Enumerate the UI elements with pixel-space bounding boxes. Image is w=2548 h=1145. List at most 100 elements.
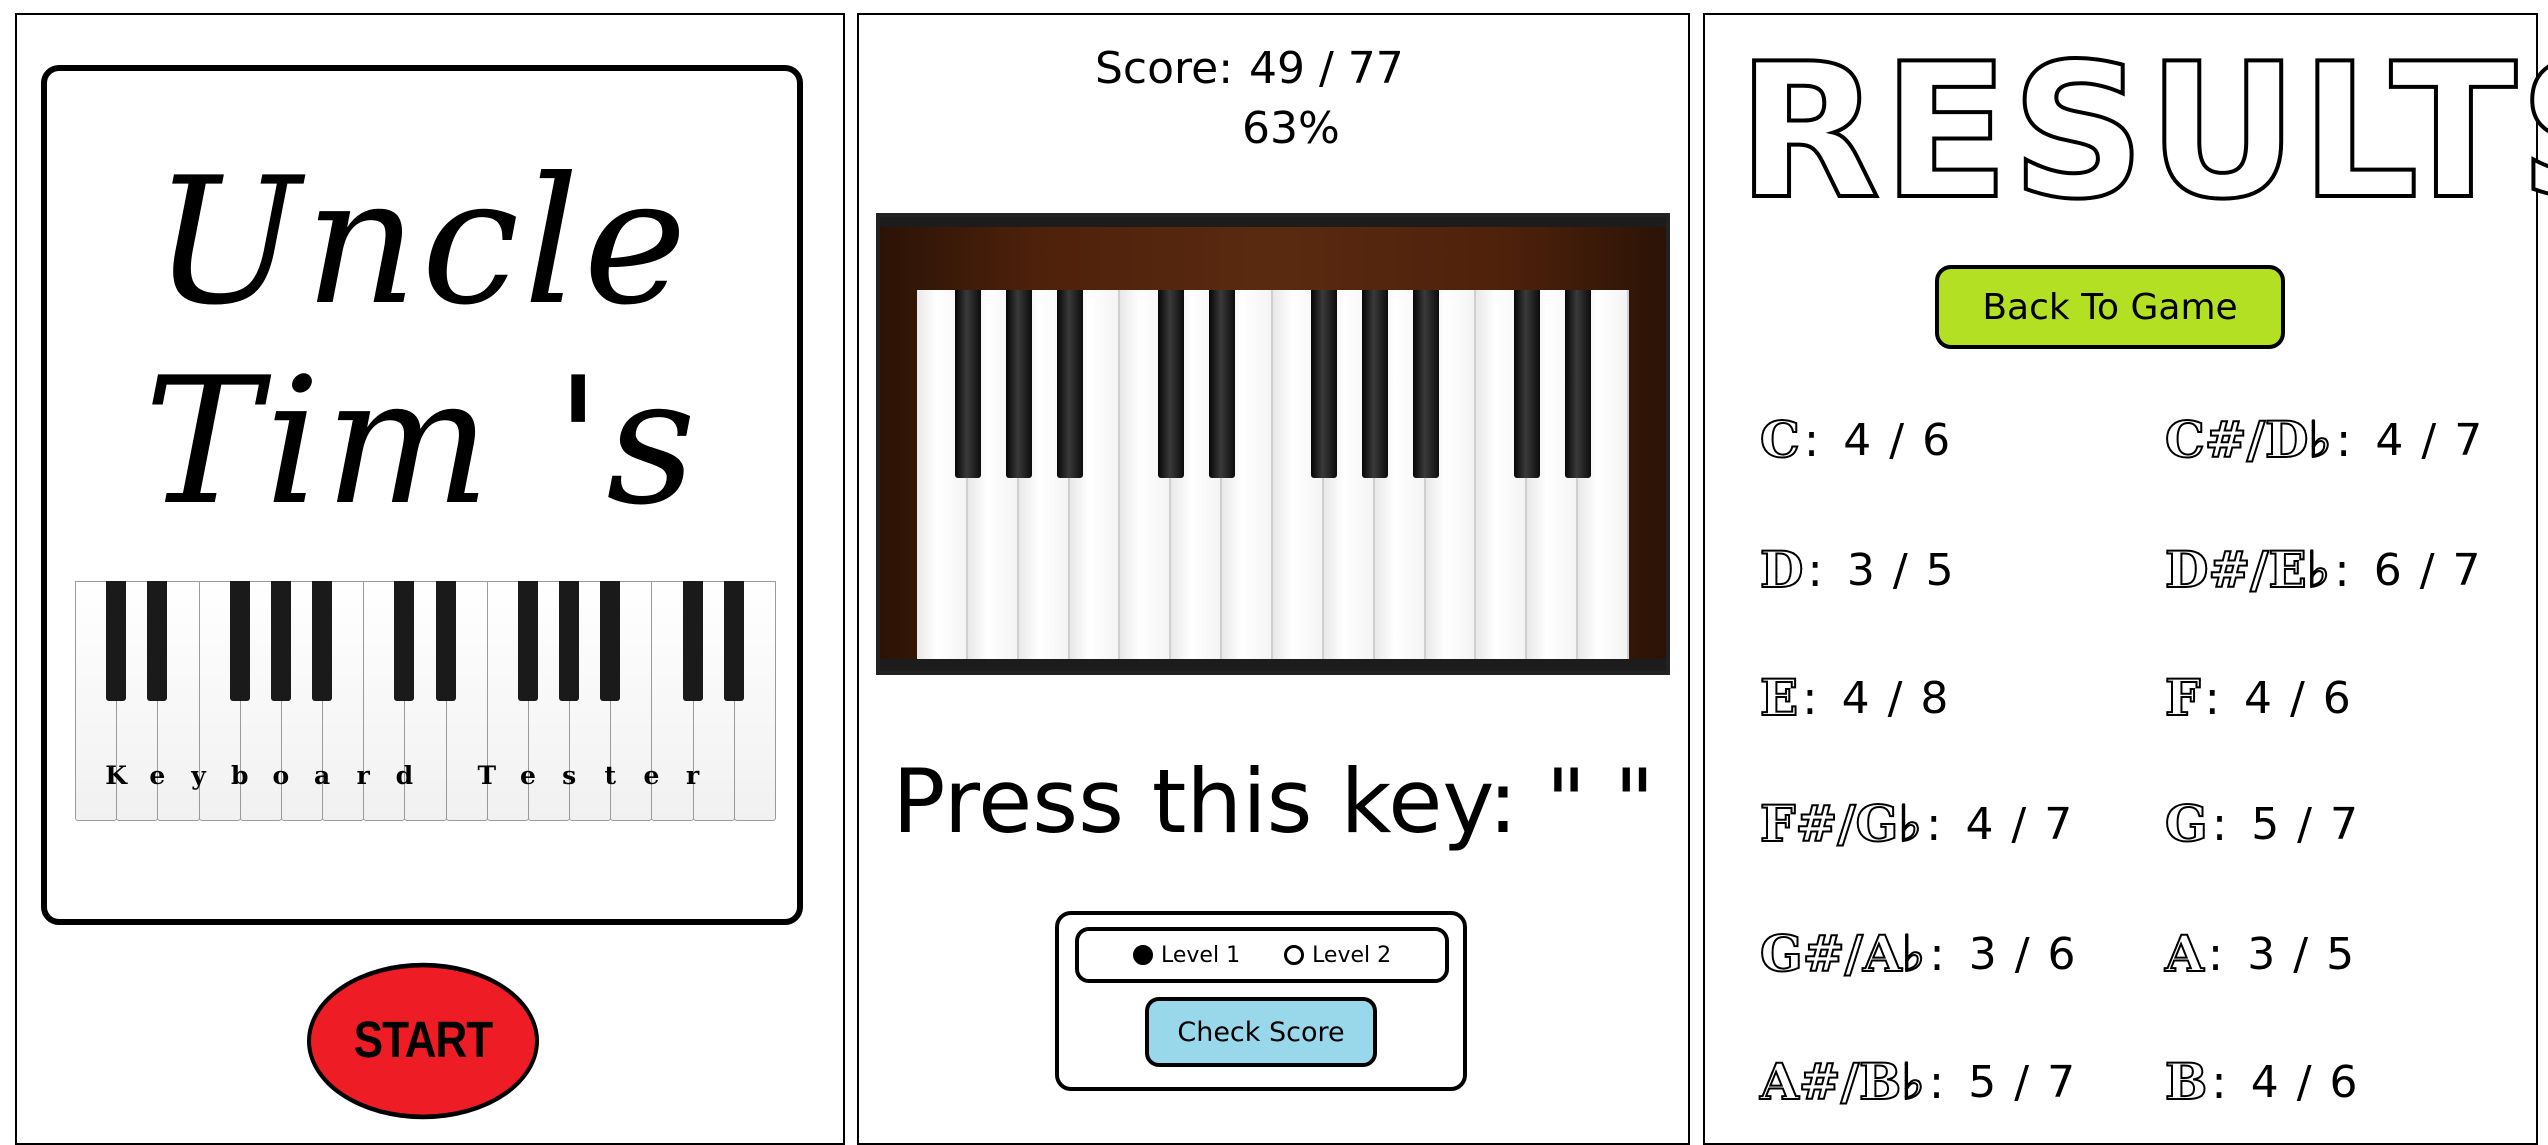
result-item: E:4 / 8 — [1759, 668, 1951, 727]
piano-black-key[interactable] — [1158, 290, 1185, 478]
result-note: C — [1759, 410, 1801, 469]
result-note: F#/G♭ — [1759, 794, 1923, 853]
result-item: G#/A♭:3 / 6 — [1759, 924, 2078, 983]
title-black-key — [723, 581, 744, 701]
result-colon: : — [1925, 797, 1942, 851]
title-screen: Uncle Tim 's KeyboardTester START — [15, 13, 845, 1145]
title-black-key — [682, 581, 703, 701]
key-prompt: Press this key: " " — [859, 750, 1688, 853]
title-black-key — [559, 581, 580, 701]
result-score: 4 / 6 — [1843, 414, 1953, 466]
result-colon: : — [1802, 671, 1818, 725]
title-keyboard-letter: o — [272, 761, 290, 790]
result-item: F:4 / 6 — [2164, 668, 2353, 727]
result-item: C:4 / 6 — [1759, 410, 1953, 469]
level-controls: Level 1 Level 2 Check Score — [1055, 911, 1467, 1091]
piano-black-key[interactable] — [1005, 290, 1032, 478]
level-1-radio[interactable] — [1133, 945, 1153, 965]
result-item: F#/G♭:4 / 7 — [1759, 794, 2075, 853]
result-score: 4 / 7 — [1965, 798, 2075, 850]
piano-black-key[interactable] — [1412, 290, 1439, 478]
result-colon: : — [2211, 797, 2228, 851]
title-keyboard-letter: d — [395, 761, 414, 790]
title-black-key — [600, 581, 621, 701]
result-score: 3 / 5 — [2247, 928, 2357, 980]
result-colon: : — [2334, 543, 2350, 597]
result-score: 4 / 7 — [2375, 414, 2485, 466]
title-keyboard-letter: r — [356, 761, 370, 790]
title-keyboard-letter: t — [604, 761, 617, 790]
title-keyboard-letter: e — [519, 761, 536, 790]
title-black-key — [229, 581, 250, 701]
results-screen: RESULTS Back To Game C:4 / 6C#/D♭:4 / 7D… — [1703, 13, 2548, 1145]
title-keyboard-letter: e — [643, 761, 660, 790]
level-selector: Level 1 Level 2 — [1075, 927, 1449, 983]
level-2-radio[interactable] — [1284, 945, 1305, 965]
back-to-game-label: Back To Game — [1982, 286, 2238, 328]
check-score-button[interactable]: Check Score — [1145, 997, 1377, 1067]
piano-black-key[interactable] — [1056, 290, 1083, 478]
title-black-key — [147, 581, 168, 701]
result-note: F — [2164, 668, 2201, 727]
title-line-tims: Tim 's — [143, 341, 701, 544]
result-note: G#/A♭ — [1759, 924, 1926, 983]
result-item: G:5 / 7 — [2164, 794, 2360, 853]
result-colon: : — [2207, 927, 2224, 981]
result-note: A#/B♭ — [1759, 1052, 1926, 1111]
result-note: B — [2164, 1052, 2208, 1111]
piano-black-key[interactable] — [1514, 290, 1541, 478]
title-black-key — [270, 581, 291, 701]
piano — [876, 213, 1670, 675]
check-score-label: Check Score — [1177, 1016, 1345, 1048]
result-score: 4 / 6 — [2250, 1056, 2360, 1108]
result-score: 3 / 5 — [1846, 544, 1956, 596]
title-black-key — [435, 581, 456, 701]
game-screen: Score: 49 / 77 63% Press this key: " " L… — [857, 13, 1690, 1145]
result-item: D#/E♭:6 / 7 — [2164, 540, 2483, 599]
piano-black-key[interactable] — [1209, 290, 1236, 478]
result-colon: : — [1928, 1055, 1945, 1109]
title-black-key — [517, 581, 538, 701]
result-colon: : — [1929, 927, 1945, 981]
title-keyboard-graphic: KeyboardTester — [75, 581, 776, 821]
title-black-key — [394, 581, 415, 701]
result-score: 3 / 6 — [1968, 928, 2078, 980]
piano-keys — [917, 290, 1629, 665]
result-colon: : — [2211, 1055, 2227, 1109]
result-score: 6 / 7 — [2373, 544, 2483, 596]
start-button-label: START — [353, 1012, 493, 1069]
title-card: Uncle Tim 's KeyboardTester — [41, 65, 803, 925]
key-prompt-text: Press this key: " " — [892, 750, 1655, 853]
score-value: 49 / 77 — [1249, 43, 1404, 94]
result-item: D:3 / 5 — [1759, 540, 1956, 599]
result-colon: : — [1803, 413, 1820, 467]
result-item: A:3 / 5 — [2164, 927, 2357, 981]
title-keyboard-letter: b — [230, 761, 249, 790]
result-note: C#/D♭ — [2164, 410, 2333, 469]
result-score: 4 / 6 — [2244, 672, 2353, 724]
piano-black-key[interactable] — [954, 290, 981, 478]
result-item: B:4 / 6 — [2164, 1052, 2360, 1111]
result-note: D#/E♭ — [2164, 540, 2331, 599]
result-note: E — [1759, 668, 1799, 727]
title-line-uncle: Uncle — [153, 141, 691, 344]
score-percent: 63% — [1242, 103, 1340, 154]
title-black-key — [106, 581, 127, 701]
result-score: 5 / 7 — [1968, 1056, 2078, 1108]
piano-black-key[interactable] — [1565, 290, 1592, 478]
result-colon: : — [1807, 543, 1823, 597]
start-button[interactable]: START — [307, 962, 539, 1120]
result-score: 4 / 8 — [1841, 672, 1951, 724]
piano-black-key[interactable] — [1310, 290, 1337, 478]
title-keyboard-letter: r — [686, 761, 700, 790]
result-score: 5 / 7 — [2251, 798, 2360, 850]
title-keyboard-letter: T — [477, 761, 497, 790]
result-note: G — [2164, 794, 2209, 853]
title-black-key — [312, 581, 333, 701]
back-to-game-button[interactable]: Back To Game — [1935, 265, 2285, 349]
result-colon: : — [2335, 413, 2352, 467]
title-keyboard-letter: e — [149, 761, 166, 790]
result-note: D — [1759, 540, 1804, 599]
level-2-label: Level 2 — [1312, 942, 1392, 968]
piano-black-key[interactable] — [1361, 290, 1388, 478]
